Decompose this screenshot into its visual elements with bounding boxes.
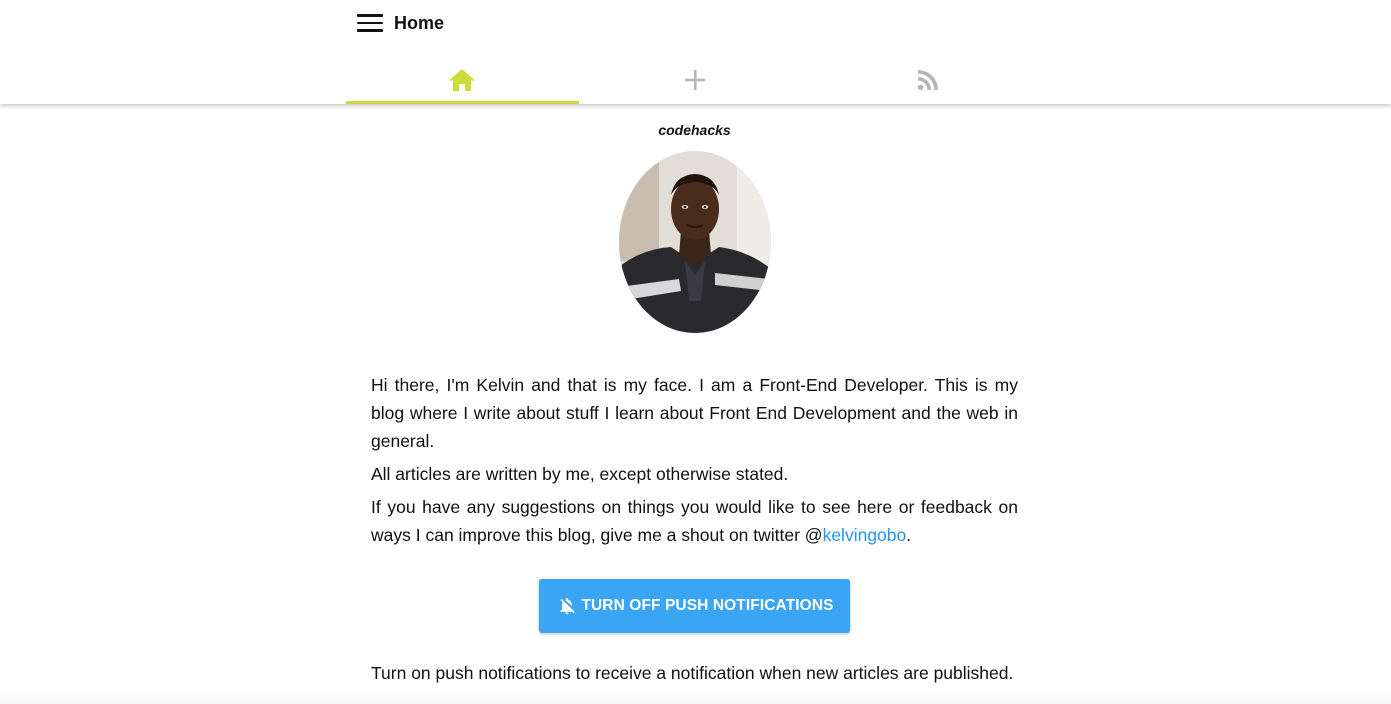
bio-paragraph-3-text: If you have any suggestions on things yo…: [371, 497, 1018, 545]
notifications-off-icon: [560, 598, 576, 615]
author-avatar: [618, 151, 771, 333]
home-icon: [449, 69, 476, 91]
bio-paragraph-2: All articles are written by me, except o…: [371, 464, 789, 484]
title-bar: Home: [357, 10, 444, 36]
push-button-label: TURN OFF PUSH NOTIFICATIONS: [581, 597, 834, 614]
turn-off-push-notifications-button[interactable]: TURN OFF PUSH NOTIFICATIONS: [539, 579, 850, 633]
page-title: Home: [394, 12, 445, 33]
bio-paragraph-3: If you have any suggestions on things yo…: [371, 493, 1018, 549]
app-bar: Home: [0, 0, 1391, 104]
bio-paragraph-3-end: .: [906, 525, 912, 545]
push-button-wrap: TURN OFF PUSH NOTIFICATIONS: [371, 579, 1018, 633]
site-name: codehacks: [658, 122, 731, 138]
plus-icon: [685, 70, 705, 90]
tab-home[interactable]: [346, 56, 579, 104]
rss-icon: [917, 70, 938, 91]
tab-add[interactable]: [579, 56, 812, 104]
bio-paragraph-1: Hi there, I'm Kelvin and that is my face…: [371, 375, 1018, 451]
twitter-link[interactable]: kelvingobo: [823, 525, 907, 545]
main-content: codehacks Hi there, I'm Kelvin and that …: [371, 104, 1018, 687]
push-notification-note: Turn on push notifications to receive a …: [371, 663, 1014, 683]
hamburger-menu-icon[interactable]: [357, 14, 383, 32]
tab-feed[interactable]: [811, 56, 1044, 104]
bottom-shadow: [0, 690, 1391, 704]
author-bio: Hi there, I'm Kelvin and that is my face…: [371, 371, 1018, 549]
tab-bar: [346, 56, 1044, 104]
